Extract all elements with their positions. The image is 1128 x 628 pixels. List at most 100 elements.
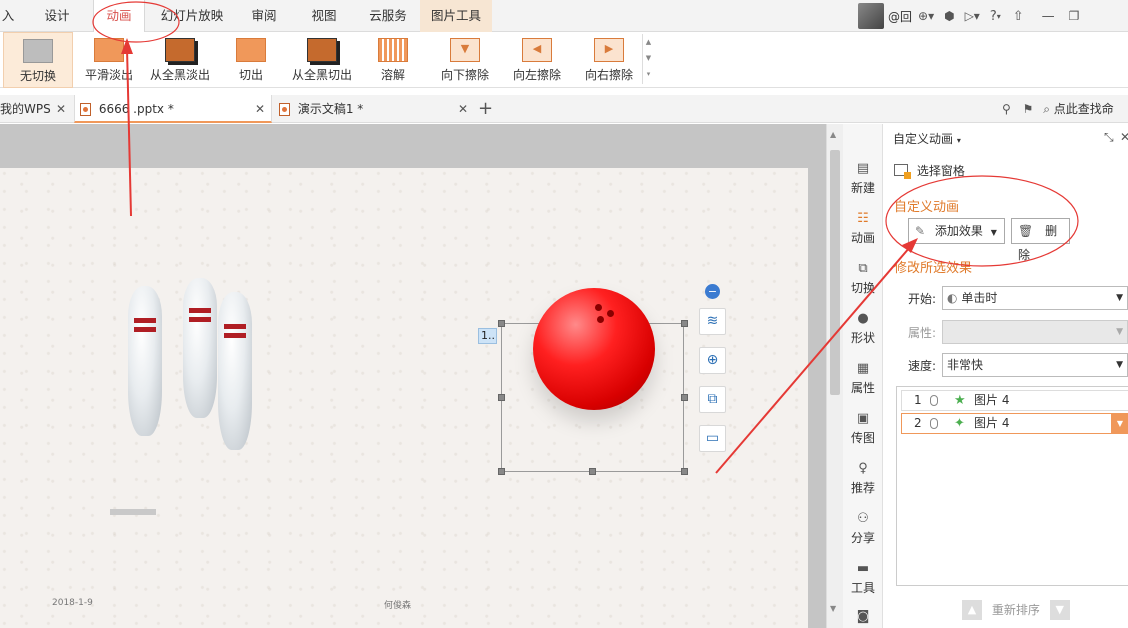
bowling-ball-image[interactable]	[533, 288, 655, 410]
speed-select[interactable]: 非常快 ▼	[942, 353, 1128, 377]
animation-list[interactable]: 1 ★ 图片 4 2 ✦ 图片 4 ▼	[896, 386, 1128, 586]
vertical-scrollbar[interactable]: ▲ ▼	[826, 124, 843, 628]
resize-handle[interactable]	[681, 320, 688, 327]
menu-view[interactable]: 视图	[301, 0, 347, 32]
start-label: 开始:	[908, 292, 937, 306]
help-dropdown-icon[interactable]: ▾	[997, 12, 1001, 21]
list-item[interactable]: 2 ✦ 图片 4 ▼	[901, 413, 1128, 434]
sidebar-item-label: 工具	[850, 581, 875, 595]
pin-icon[interactable]: ⚲	[1002, 102, 1011, 116]
sidebar-item-tools[interactable]: ▬ 工具	[843, 562, 883, 596]
frame-icon[interactable]: ▭	[699, 425, 726, 452]
section-modify-effect: 修改所选效果	[894, 261, 973, 276]
scrollbar-thumb[interactable]	[830, 150, 840, 395]
close-icon[interactable]: ✕	[255, 95, 265, 123]
transition-fade-black[interactable]: 从全黑淡出	[146, 32, 214, 88]
skin-icon[interactable]: ⊕▾	[918, 9, 934, 23]
selection-pane-link[interactable]: 选择窗格	[894, 162, 965, 179]
transition-ribbon: 无切换 平滑淡出 从全黑淡出 切出 从全黑切出 溶解 ▼ 向下擦除 ◀ 向左擦除…	[0, 32, 1128, 88]
delete-button[interactable]: 🗑 删除	[1011, 218, 1070, 262]
sidebar-item-properties[interactable]: ▦ 属性	[843, 362, 883, 396]
transition-wipe-left[interactable]: ◀ 向左擦除	[506, 32, 568, 88]
user-name[interactable]: @回	[888, 8, 912, 25]
minimize-icon[interactable]: —	[1042, 9, 1055, 24]
close-pane-icon[interactable]: ✕	[1120, 130, 1128, 144]
tab-my-wps[interactable]: 我的WPS ✕	[0, 95, 72, 123]
transition-icon: ⧉	[858, 261, 868, 276]
chevron-down-icon[interactable]: ▼	[1111, 414, 1128, 433]
layers-icon[interactable]: ≋	[699, 308, 726, 335]
transition-none-label: 无切换	[19, 69, 56, 83]
sidebar-item-more[interactable]: ◙	[843, 610, 883, 627]
section-custom-animation: 自定义动画	[894, 200, 960, 215]
transition-cut[interactable]: 切出	[226, 32, 276, 88]
properties-icon: ▦	[856, 361, 870, 376]
crop-icon[interactable]: ⧉	[699, 386, 726, 413]
slide-canvas[interactable]: 1.. − ≋ ⊕ ⧉ ▭ 2018-1-9 何俊森	[0, 168, 808, 628]
fade-through-black-icon	[165, 38, 195, 62]
expand-pane-icon[interactable]: ⤡	[1104, 130, 1114, 145]
sidebar-item-new[interactable]: ▤ 新建	[843, 162, 883, 196]
sidebar-item-transition[interactable]: ⧉ 切换	[843, 262, 883, 296]
menu-review[interactable]: 审阅	[241, 0, 287, 32]
transition-cut-black[interactable]: 从全黑切出	[288, 32, 356, 88]
feedback-icon[interactable]: ⬢	[944, 9, 954, 23]
help-icon[interactable]: ?	[990, 9, 997, 24]
menu-slideshow[interactable]: 幻灯片放映	[152, 0, 232, 32]
collapse-ribbon-icon[interactable]: ⇧	[1013, 9, 1024, 24]
transition-none[interactable]: 无切换	[3, 32, 73, 88]
zoom-icon[interactable]: ⊕	[699, 347, 726, 374]
move-down-icon[interactable]: ▼	[1049, 600, 1070, 620]
menu-cloud-service[interactable]: 云服务	[360, 0, 416, 32]
resize-handle[interactable]	[681, 468, 688, 475]
close-icon[interactable]: ✕	[56, 95, 66, 123]
sidebar-item-animation[interactable]: ☷ 动画	[843, 212, 883, 246]
collapse-toolbar-icon[interactable]: −	[705, 284, 720, 299]
transition-wipe-down[interactable]: ▼ 向下擦除	[434, 32, 496, 88]
resize-handle[interactable]	[498, 320, 505, 327]
share-menu-icon[interactable]: ▷▾	[965, 9, 980, 23]
menu-picture-tools[interactable]: 图片工具	[420, 0, 492, 32]
sidebar-item-upload-image[interactable]: ▣ 传图	[843, 412, 883, 446]
sidebar-item-shape[interactable]: ● 形状	[843, 312, 883, 346]
transition-fade-smooth[interactable]: 平滑淡出	[78, 32, 140, 88]
tab-pptx[interactable]: 6666 .pptx * ✕	[74, 95, 272, 123]
chevron-down-icon: ▼	[1116, 327, 1123, 337]
menu-insert[interactable]: 入	[0, 0, 16, 32]
menu-design[interactable]: 设计	[33, 0, 81, 32]
share-icon: ⚇	[857, 511, 869, 526]
resize-handle[interactable]	[589, 468, 596, 475]
tab-my-wps-label: 我的WPS	[0, 102, 51, 116]
tab-presentation1[interactable]: 演示文稿1 * ✕	[274, 95, 474, 123]
menu-bar: 入 设计 动画 幻灯片放映 审阅 视图 云服务 图片工具 @回 ⊕▾ ⬢ ▷▾ …	[0, 0, 1128, 33]
emphasis-star-icon: ✦	[954, 416, 965, 431]
flag-icon[interactable]: ⚑	[1023, 102, 1034, 116]
sidebar-item-recommend[interactable]: ♀ 推荐	[843, 462, 883, 496]
resize-handle[interactable]	[681, 394, 688, 401]
scroll-up-icon[interactable]: ▲	[830, 130, 836, 139]
resize-handle[interactable]	[498, 394, 505, 401]
transition-wipe-right[interactable]: ▶ 向右擦除	[578, 32, 640, 88]
transition-dissolve[interactable]: 溶解	[368, 32, 418, 88]
new-tab-button[interactable]: +	[478, 95, 496, 123]
ribbon-scroll[interactable]: ▲ ▼ ▾	[642, 34, 654, 84]
presentation-file-icon	[80, 103, 91, 116]
restore-icon[interactable]: ❐	[1069, 9, 1080, 23]
move-up-icon[interactable]: ▲	[962, 600, 982, 620]
list-item[interactable]: 1 ★ 图片 4	[901, 390, 1128, 411]
avatar[interactable]	[858, 3, 884, 29]
pane-title[interactable]: 自定义动画 ▾	[893, 130, 961, 147]
tab-pptx-label: 6666 .pptx *	[98, 102, 174, 116]
start-select[interactable]: ◐ 单击时 ▼	[942, 286, 1128, 310]
close-icon[interactable]: ✕	[458, 95, 468, 123]
animation-order-marker[interactable]: 1..	[478, 328, 497, 344]
add-effect-button[interactable]: ✎ 添加效果 ▼	[908, 218, 1005, 244]
scroll-down-icon[interactable]: ▼	[830, 604, 836, 613]
command-search[interactable]: ⚲ ⚑ ⌕ 点此查找命	[1002, 95, 1128, 123]
resize-handle[interactable]	[498, 468, 505, 475]
search-icon: ⌕	[1043, 102, 1050, 116]
sidebar-item-share[interactable]: ⚇ 分享	[843, 512, 883, 546]
trash-icon: 🗑	[1018, 224, 1034, 238]
menu-animation[interactable]: 动画	[93, 0, 145, 33]
speed-label: 速度:	[908, 359, 937, 373]
